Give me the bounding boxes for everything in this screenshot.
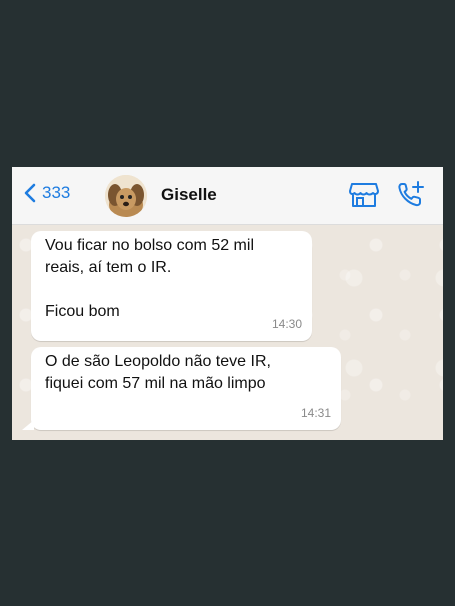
message-text: O de são Leopoldo não teve IR, fiquei co… bbox=[45, 353, 271, 392]
chevron-left-icon bbox=[24, 183, 36, 203]
add-call-icon[interactable] bbox=[396, 180, 426, 215]
back-button[interactable]: 333 bbox=[24, 183, 70, 203]
chat-header: 333 Giselle bbox=[12, 167, 443, 225]
message-text: Vou ficar no bolso com 52 mil reais, aí … bbox=[45, 237, 254, 320]
message-bubble[interactable]: O de são Leopoldo não teve IR, fiquei co… bbox=[31, 347, 341, 430]
message-time: 14:30 bbox=[271, 317, 302, 331]
chat-screen: 333 Giselle Vou ficar no bolso com 52 mi… bbox=[12, 167, 443, 440]
message-time: 14:31 bbox=[300, 406, 331, 420]
unread-count: 333 bbox=[42, 183, 71, 202]
bubble-tail bbox=[22, 420, 34, 430]
message-bubble[interactable]: Vou ficar no bolso com 52 mil reais, aí … bbox=[31, 231, 312, 341]
contact-name[interactable]: Giselle bbox=[161, 185, 217, 205]
storefront-icon[interactable] bbox=[349, 182, 379, 213]
avatar[interactable] bbox=[105, 175, 147, 217]
